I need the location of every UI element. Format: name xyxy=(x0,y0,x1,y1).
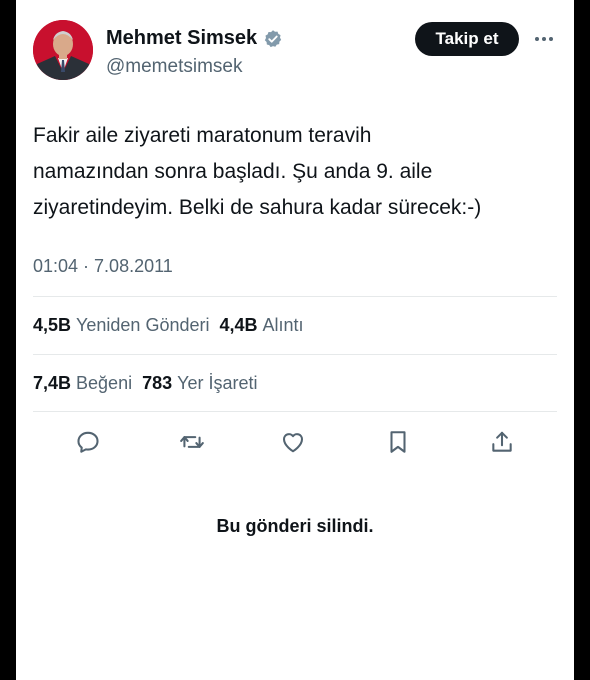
bookmark-count-value: 783 xyxy=(142,373,173,393)
tweet-text-line: namazından sonra başladı. Şu anda 9. ail… xyxy=(33,160,433,183)
repost-icon[interactable] xyxy=(178,428,206,456)
repost-count[interactable]: 4,5B Yeniden Gönderi xyxy=(33,315,209,336)
tweet-timestamp[interactable]: 01:04 · 7.08.2011 xyxy=(33,256,173,277)
divider xyxy=(33,411,557,412)
author-avatar[interactable] xyxy=(33,20,93,80)
repost-count-value: 4,5B xyxy=(33,315,72,335)
more-options-icon[interactable] xyxy=(535,29,557,49)
divider xyxy=(33,354,557,355)
verified-badge-icon xyxy=(265,29,282,47)
repost-count-label: Yeniden Gönderi xyxy=(76,315,210,335)
tweet-text-line: ziyaretindeyim. Belki de sahura kadar sü… xyxy=(33,196,482,219)
author-handle[interactable]: @memetsimsek xyxy=(106,56,242,78)
reply-icon[interactable] xyxy=(74,428,102,456)
bookmark-icon[interactable] xyxy=(384,428,412,456)
author-name-row[interactable]: Mehmet Simsek xyxy=(106,27,283,50)
share-icon[interactable] xyxy=(488,428,516,456)
like-count-value: 7,4B xyxy=(33,373,72,393)
action-bar xyxy=(16,428,574,458)
bookmark-count-label: Yer İşareti xyxy=(177,373,258,393)
stats-row-1: 4,5B Yeniden Gönderi 4,4B Alıntı xyxy=(33,315,304,336)
follow-button[interactable]: Takip et xyxy=(415,22,519,56)
tweet-card: Mehmet Simsek @memetsimsek Takip et Faki… xyxy=(16,0,574,680)
tweet-text: Fakir aile ziyareti maratonum teravih na… xyxy=(33,118,563,226)
deleted-notice: Bu gönderi silindi. xyxy=(216,516,374,536)
profile-photo-icon xyxy=(33,20,93,80)
bookmark-count[interactable]: 783 Yer İşareti xyxy=(142,373,257,394)
divider xyxy=(33,296,557,297)
author-name[interactable]: Mehmet Simsek xyxy=(106,27,257,50)
tweet-text-line: Fakir aile ziyareti maratonum teravih xyxy=(33,124,372,147)
like-count-label: Beğeni xyxy=(76,373,133,393)
like-icon[interactable] xyxy=(279,428,307,456)
like-count[interactable]: 7,4B Beğeni xyxy=(33,373,132,394)
quote-count-label: Alıntı xyxy=(262,315,304,335)
quote-count-value: 4,4B xyxy=(219,315,258,335)
quote-count[interactable]: 4,4B Alıntı xyxy=(219,315,303,336)
stats-row-2: 7,4B Beğeni 783 Yer İşareti xyxy=(33,373,258,394)
